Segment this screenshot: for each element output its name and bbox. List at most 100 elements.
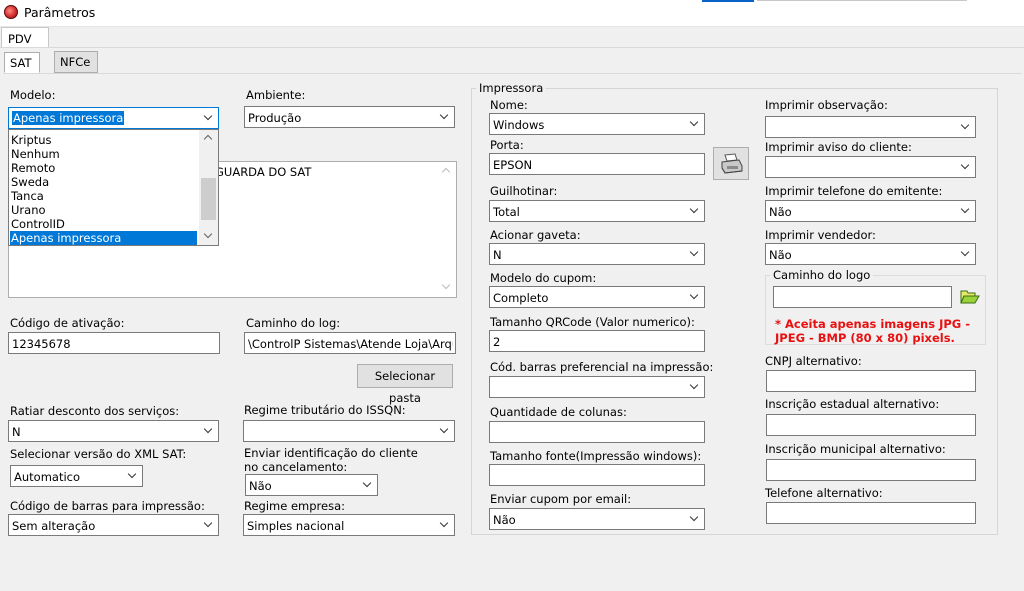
- caminho-log-input[interactable]: \ControlP Sistemas\Atende Loja\Arquiv: [244, 332, 456, 354]
- chevron-down-icon: [959, 119, 971, 133]
- colunas-input[interactable]: [489, 421, 705, 443]
- nome-select[interactable]: Windows: [489, 113, 705, 135]
- versao-xml-select[interactable]: Automatico: [10, 465, 143, 487]
- modelo-option[interactable]: Kriptus: [11, 133, 52, 147]
- modelo-option[interactable]: Tanca: [11, 189, 44, 203]
- chevron-down-icon: [688, 116, 700, 130]
- logo-warning-2: JPEG - BMP (80 x 80) pixels.: [775, 331, 955, 345]
- textarea-text: GUARDA DO SAT: [215, 165, 312, 179]
- im-input[interactable]: [766, 459, 976, 481]
- email-label: Enviar cupom por email:: [490, 492, 632, 506]
- aviso-label: Imprimir aviso do cliente:: [765, 140, 912, 154]
- obs-select[interactable]: [765, 116, 976, 138]
- tel-alt-input[interactable]: [766, 502, 976, 524]
- selecionar-pasta-label: Selecionar pasta: [374, 369, 436, 405]
- subtab-nfce[interactable]: NFCe: [54, 51, 98, 73]
- caminho-log-value: \ControlP Sistemas\Atende Loja\Arquiv: [248, 337, 453, 351]
- modelo-cupom-label: Modelo do cupom:: [490, 271, 597, 285]
- subtab-nfce-label: NFCe: [60, 55, 91, 69]
- printer-button[interactable]: [713, 147, 749, 180]
- codigo-ativacao-input[interactable]: 12345678: [8, 332, 220, 354]
- qrcode-label: Tamanho QRCode (Valor numerico):: [490, 315, 695, 329]
- enviar-ident-label-1: Enviar identificação do cliente: [244, 446, 418, 460]
- telefone-select[interactable]: Não: [765, 200, 976, 222]
- selecionar-pasta-button[interactable]: Selecionar pasta: [357, 364, 453, 405]
- email-value: Não: [493, 513, 516, 527]
- dropdown-scrollbar[interactable]: [199, 130, 218, 245]
- tab-content-border: [0, 47, 1024, 48]
- fonte-input[interactable]: [489, 464, 705, 486]
- chevron-down-icon: [438, 109, 450, 123]
- cnpj-input[interactable]: [766, 370, 976, 392]
- chevron-down-icon: [126, 468, 138, 482]
- vendedor-label: Imprimir vendedor:: [765, 228, 876, 242]
- codigo-barras-select[interactable]: Sem alteração: [8, 514, 219, 536]
- regime-empresa-select[interactable]: Simples nacional: [243, 514, 455, 536]
- colunas-label: Quantidade de colunas:: [490, 405, 627, 419]
- folder-open-icon[interactable]: [960, 288, 980, 305]
- modelo-cupom-value: Completo: [493, 291, 549, 305]
- chevron-down-icon: [688, 289, 700, 303]
- chevron-down-icon: [688, 203, 700, 217]
- guilhotinar-value: Total: [493, 205, 520, 219]
- ratiar-select[interactable]: N: [8, 420, 219, 442]
- nome-label: Nome:: [490, 98, 528, 112]
- ratiar-value: N: [12, 425, 21, 439]
- guilhotinar-label: Guilhotinar:: [490, 184, 558, 198]
- scrollbar-thumb[interactable]: [201, 178, 216, 220]
- obs-label: Imprimir observação:: [765, 98, 888, 112]
- vendedor-value: Não: [769, 248, 792, 262]
- im-label: Inscrição municipal alternativo:: [765, 442, 946, 456]
- gaveta-value: N: [493, 248, 502, 262]
- chevron-up-icon[interactable]: [203, 134, 213, 144]
- tab-pdv-label: PDV: [8, 32, 32, 46]
- ratiar-label: Ratiar desconto dos serviços:: [10, 404, 180, 418]
- modelo-select[interactable]: Apenas impressora: [8, 107, 219, 129]
- chevron-down-icon: [959, 203, 971, 217]
- chevron-down-icon: [202, 423, 214, 437]
- enviar-ident-value: Não: [249, 479, 272, 493]
- window-title: Parâmetros: [24, 5, 96, 20]
- guilhotinar-select[interactable]: Total: [489, 200, 705, 222]
- modelo-option[interactable]: Nenhum: [11, 147, 60, 161]
- title-bar: [0, 0, 1024, 26]
- modelo-option[interactable]: Urano: [11, 203, 46, 217]
- modelo-dropdown-list[interactable]: Kriptus Nenhum Remoto Sweda Tanca Urano …: [8, 129, 219, 246]
- ambiente-select[interactable]: Produção: [244, 106, 455, 128]
- cod-barras-pref-select[interactable]: [489, 376, 705, 398]
- chevron-down-icon: [959, 159, 971, 173]
- chevron-down-icon[interactable]: [203, 229, 213, 239]
- email-select[interactable]: Não: [489, 508, 705, 530]
- subtab-sat[interactable]: SAT: [4, 52, 40, 73]
- aviso-select[interactable]: [765, 156, 976, 178]
- chevron-up-icon: [441, 167, 451, 177]
- chevron-down-icon: [688, 511, 700, 525]
- qrcode-input[interactable]: 2: [489, 330, 705, 352]
- modelo-option-selected[interactable]: Apenas impressora: [10, 231, 197, 245]
- chevron-down-icon: [202, 110, 214, 124]
- logo-path-input[interactable]: [773, 286, 952, 308]
- gaveta-select[interactable]: N: [489, 243, 705, 265]
- impressora-title: Impressora: [476, 81, 547, 95]
- modelo-option[interactable]: ControlID: [11, 217, 65, 231]
- modelo-option[interactable]: Sweda: [11, 175, 49, 189]
- printer-icon: [721, 153, 743, 174]
- vendedor-select[interactable]: Não: [765, 243, 976, 265]
- enviar-ident-select[interactable]: Não: [245, 474, 378, 496]
- enviar-ident-label-2: no cancelamento:: [244, 460, 348, 474]
- modelo-cupom-select[interactable]: Completo: [489, 286, 705, 308]
- porta-input[interactable]: EPSON: [489, 153, 705, 175]
- versao-xml-value: Automatico: [14, 470, 81, 484]
- tab-strip-line: [0, 26, 1024, 27]
- tab-pdv[interactable]: PDV: [1, 27, 49, 48]
- regime-issqn-select[interactable]: [243, 420, 455, 442]
- textarea-scrollbar[interactable]: [439, 163, 455, 296]
- ie-input[interactable]: [766, 414, 976, 436]
- chevron-down-icon: [688, 246, 700, 260]
- modelo-option[interactable]: Remoto: [11, 161, 55, 175]
- ie-label: Inscrição estadual alternativo:: [765, 397, 940, 411]
- caminho-log-label: Caminho do log:: [246, 316, 341, 330]
- chevron-down-icon: [438, 423, 450, 437]
- ambiente-value: Produção: [248, 111, 302, 125]
- chevron-down-icon: [361, 477, 373, 491]
